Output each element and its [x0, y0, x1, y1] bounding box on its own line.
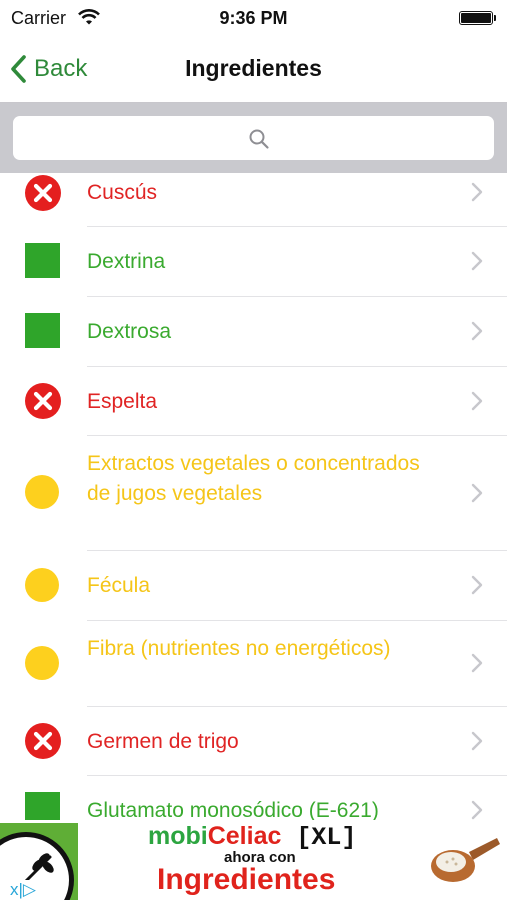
ingredient-name: Glutamato monosódico (E-621) — [87, 799, 379, 820]
ingredient-name: Germen de trigo — [87, 730, 239, 753]
ad-banner[interactable]: x|▷ mobiCeliac [XL] ahora con Ingredient… — [0, 820, 507, 900]
caution-icon — [25, 475, 59, 509]
allowed-icon — [25, 792, 60, 820]
list-item[interactable]: Fibra (nutrientes no energéticos) — [0, 621, 507, 706]
forbidden-icon — [25, 723, 61, 759]
chevron-right-icon — [471, 321, 483, 341]
chevron-right-icon — [471, 731, 483, 751]
ingredient-name: Fibra (nutrientes no energéticos) — [87, 637, 391, 660]
chevron-right-icon — [471, 483, 483, 503]
ad-brand-part1: mobi — [148, 822, 208, 850]
chevron-right-icon — [471, 800, 483, 820]
list-item[interactable]: Espelta — [0, 367, 507, 435]
chevron-right-icon — [471, 182, 483, 202]
ad-brand-part3: [XL] — [281, 823, 357, 852]
ad-headline: Ingredientes — [157, 863, 336, 896]
list-item[interactable]: Glutamato monosódico (E-621) — [0, 776, 507, 820]
status-bar: Carrier 9:36 PM — [0, 0, 507, 36]
page-title: Ingredientes — [185, 55, 322, 81]
list-item[interactable]: Germen de trigo — [0, 707, 507, 775]
list-item[interactable]: Extractos vegetales o concentrados de ju… — [0, 436, 507, 550]
search-icon — [249, 129, 269, 149]
navigation-bar: Back Ingredientes — [0, 36, 507, 103]
ingredient-name: Espelta — [87, 390, 158, 413]
ingredient-name: Fécula — [87, 574, 151, 597]
list-item[interactable]: Fécula — [0, 551, 507, 620]
caution-icon — [25, 646, 59, 680]
list-item[interactable]: Dextrosa — [0, 297, 507, 366]
ingredient-name: Cuscús — [87, 181, 158, 204]
list-item[interactable]: Cuscús — [0, 173, 507, 226]
clock: 9:36 PM — [219, 8, 288, 28]
chevron-right-icon — [471, 391, 483, 411]
ingredient-name: Dextrosa — [87, 320, 172, 343]
ingredient-name: Dextrina — [87, 250, 166, 273]
adchoices-icon[interactable]: x|▷ — [0, 880, 46, 900]
ingredient-name: Extractos vegetales o concentrados de ju… — [87, 452, 420, 505]
allowed-icon — [25, 313, 60, 348]
chevron-right-icon — [471, 575, 483, 595]
chevron-right-icon — [471, 251, 483, 271]
search-bar — [0, 103, 507, 173]
forbidden-icon — [25, 383, 61, 419]
battery-icon — [459, 11, 496, 25]
list-item[interactable]: Dextrina — [0, 227, 507, 296]
ad-brand: mobiCeliac [XL] — [148, 822, 356, 852]
allowed-icon — [25, 243, 60, 278]
chevron-right-icon — [471, 653, 483, 673]
caution-icon — [25, 568, 59, 602]
ad-brand-part2: Celiac — [207, 822, 282, 850]
forbidden-icon — [25, 175, 61, 211]
spoon-icon — [431, 838, 500, 882]
search-field — [13, 116, 494, 160]
ingredient-list: Cuscús Dextrina Dextrosa Espelta Extract… — [0, 173, 507, 820]
